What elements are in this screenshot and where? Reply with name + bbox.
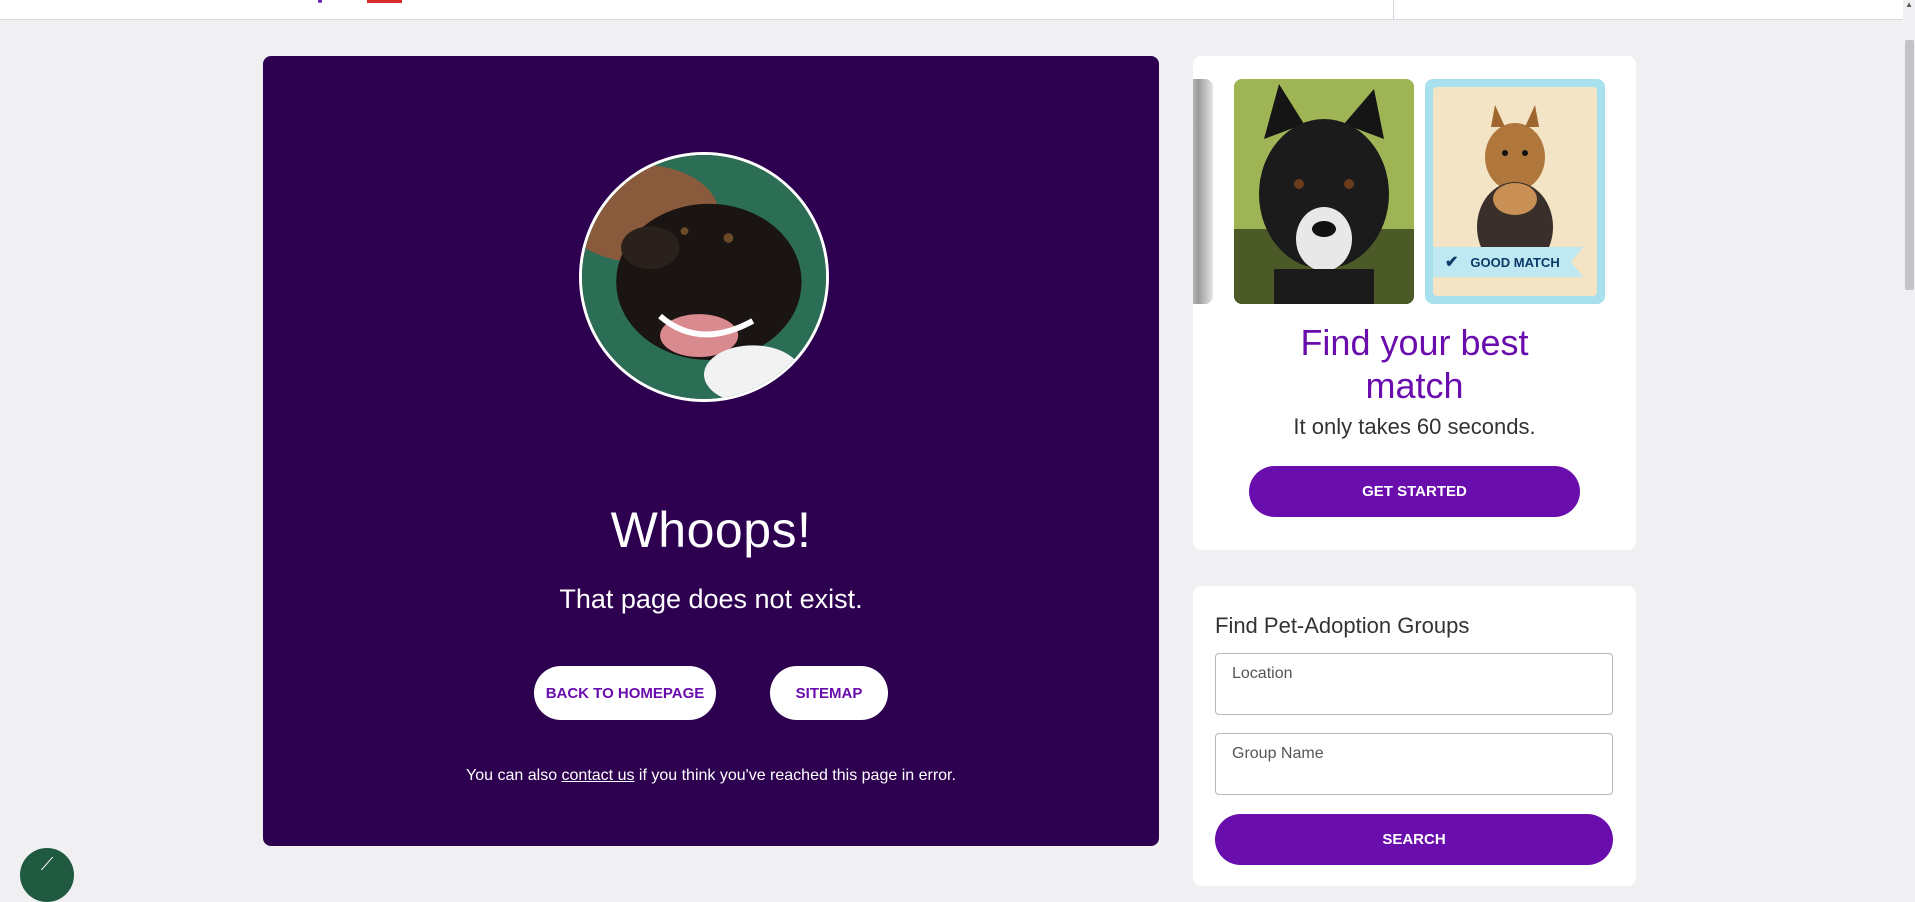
sitemap-button[interactable]: SITEMAP (770, 666, 888, 720)
page-scrollbar[interactable]: ▲ (1903, 0, 1915, 874)
pet-photo-partial (1193, 79, 1213, 304)
good-match-badge: ✔ GOOD MATCH (1433, 247, 1583, 277)
match-subtitle: It only takes 60 seconds. (1293, 414, 1536, 439)
dog-avatar-image (579, 152, 829, 402)
error-title: Whoops! (610, 502, 812, 558)
error-note-prefix: You can also (466, 767, 562, 784)
match-title-line2: match (1365, 365, 1464, 406)
best-match-card: ✔ GOOD MATCH Find your best match It onl… (1193, 56, 1636, 550)
adoption-groups-card: Find Pet-Adoption Groups Location Group … (1193, 586, 1636, 886)
scroll-up-icon[interactable]: ▲ (1905, 0, 1913, 9)
get-started-button[interactable]: GET STARTED (1249, 466, 1580, 517)
pet-photo-yorkie: ✔ GOOD MATCH (1425, 79, 1605, 304)
error-note: You can also contact us if you think you… (263, 767, 1159, 785)
pet-photo-dog-black (1234, 79, 1414, 304)
top-nav-bar (0, 0, 1915, 20)
group-name-label: Group Name (1232, 745, 1324, 762)
match-title: Find your best match (1193, 321, 1636, 407)
chat-icon[interactable]: ⟋ (20, 848, 74, 902)
good-match-label: GOOD MATCH (1470, 254, 1560, 270)
check-icon: ✔ (1445, 254, 1459, 271)
back-to-homepage-button[interactable]: BACK TO HOMEPAGE (534, 666, 716, 720)
groups-title: Find Pet-Adoption Groups (1215, 613, 1470, 638)
location-field[interactable]: Location (1215, 653, 1613, 715)
error-actions: BACK TO HOMEPAGE SITEMAP (263, 611, 1159, 720)
logo-fragment[interactable] (318, 0, 322, 3)
match-title-line1: Find your best (1300, 322, 1529, 363)
logo-fragment-red[interactable] (367, 0, 402, 3)
location-label: Location (1232, 665, 1293, 682)
error-panel: Whoops! That page does not exist. BACK T… (263, 56, 1159, 846)
nav-divider (1393, 0, 1394, 19)
search-button[interactable]: SEARCH (1215, 814, 1613, 865)
group-name-field[interactable]: Group Name (1215, 733, 1613, 795)
scrollbar-thumb[interactable] (1905, 40, 1914, 290)
error-note-suffix: if you think you've reached this page in… (634, 767, 956, 784)
contact-us-link[interactable]: contact us (562, 767, 635, 784)
